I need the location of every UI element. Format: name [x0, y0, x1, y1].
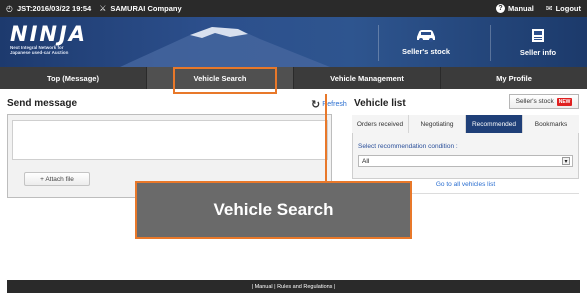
- message-input[interactable]: [12, 120, 328, 160]
- stock-button-label: Seller's stock: [515, 98, 554, 105]
- refresh-button[interactable]: ↻ Refresh: [311, 98, 347, 111]
- tab-recommended[interactable]: Recommended: [466, 115, 523, 133]
- document-icon: [532, 28, 544, 42]
- nav-tab-top-message[interactable]: Top (Message): [0, 67, 147, 89]
- logo-tagline-2: Japanese used-car Auction: [10, 50, 69, 55]
- nav-tab-vehicle-management[interactable]: Vehicle Management: [294, 67, 441, 89]
- tab-orders-received[interactable]: Orders received: [352, 115, 409, 133]
- sellers-stock-button[interactable]: Seller's stock: [378, 17, 474, 67]
- tab-bookmarks[interactable]: Bookmarks: [523, 115, 579, 133]
- manual-link[interactable]: ? Manual: [496, 4, 534, 13]
- sellers-stock-small-button[interactable]: Seller's stock NEW: [509, 94, 579, 109]
- seller-info-button[interactable]: Seller info: [490, 17, 586, 67]
- company-name: SAMURAI Company: [110, 4, 182, 13]
- refresh-icon: ↻: [311, 99, 321, 111]
- logo-word: NINJA: [10, 22, 88, 46]
- main-navigation: Top (Message) Vehicle Search Vehicle Man…: [0, 67, 587, 89]
- recommendation-condition-label: Select recommendation condition :: [358, 143, 458, 150]
- chevron-down-icon: ▾: [562, 157, 570, 165]
- clock-icon: ◴: [6, 3, 13, 13]
- ninja-logo[interactable]: NINJA Next Integral Network for Japanese…: [10, 23, 87, 55]
- manual-label: Manual: [508, 4, 534, 13]
- help-icon: ?: [496, 4, 506, 13]
- logout-label: Logout: [555, 4, 581, 13]
- datetime-text: JST:2016/03/22 19:54: [16, 4, 92, 13]
- logout-icon: ✉: [545, 3, 553, 13]
- highlight-frame: [173, 67, 277, 94]
- recommendation-condition-select[interactable]: All ▾: [358, 155, 573, 167]
- sellers-stock-label: Seller's stock: [401, 47, 451, 56]
- top-info-bar: ◴ JST:2016/03/22 19:54 ⚔ SAMURAI Company…: [0, 0, 587, 17]
- vehicle-list-tabs: Orders received Negotiating Recommended …: [352, 115, 579, 133]
- callout-vehicle-search: Vehicle Search: [135, 181, 412, 239]
- vehicle-list-title: Vehicle list: [354, 98, 406, 109]
- sword-icon: ⚔: [99, 3, 107, 13]
- mount-fuji-graphic: [120, 27, 330, 67]
- callout-connector: [325, 94, 327, 182]
- tab-negotiating[interactable]: Negotiating: [409, 115, 466, 133]
- header-banner: NINJA Next Integral Network for Japanese…: [0, 17, 587, 67]
- seller-info-label: Seller info: [519, 47, 557, 57]
- nav-tab-my-profile[interactable]: My Profile: [441, 67, 587, 89]
- select-value: All: [362, 157, 370, 165]
- attach-file-button[interactable]: + Attach file: [24, 172, 90, 186]
- callout-text: Vehicle Search: [213, 200, 334, 219]
- logout-link[interactable]: ✉ Logout: [546, 4, 581, 13]
- footer-bar: | Manual | Rules and Regulations |: [7, 280, 580, 293]
- send-message-title: Send message: [7, 98, 78, 109]
- car-icon: [417, 30, 435, 42]
- new-badge: NEW: [556, 97, 573, 106]
- footer-links[interactable]: | Manual | Rules and Regulations |: [252, 284, 336, 290]
